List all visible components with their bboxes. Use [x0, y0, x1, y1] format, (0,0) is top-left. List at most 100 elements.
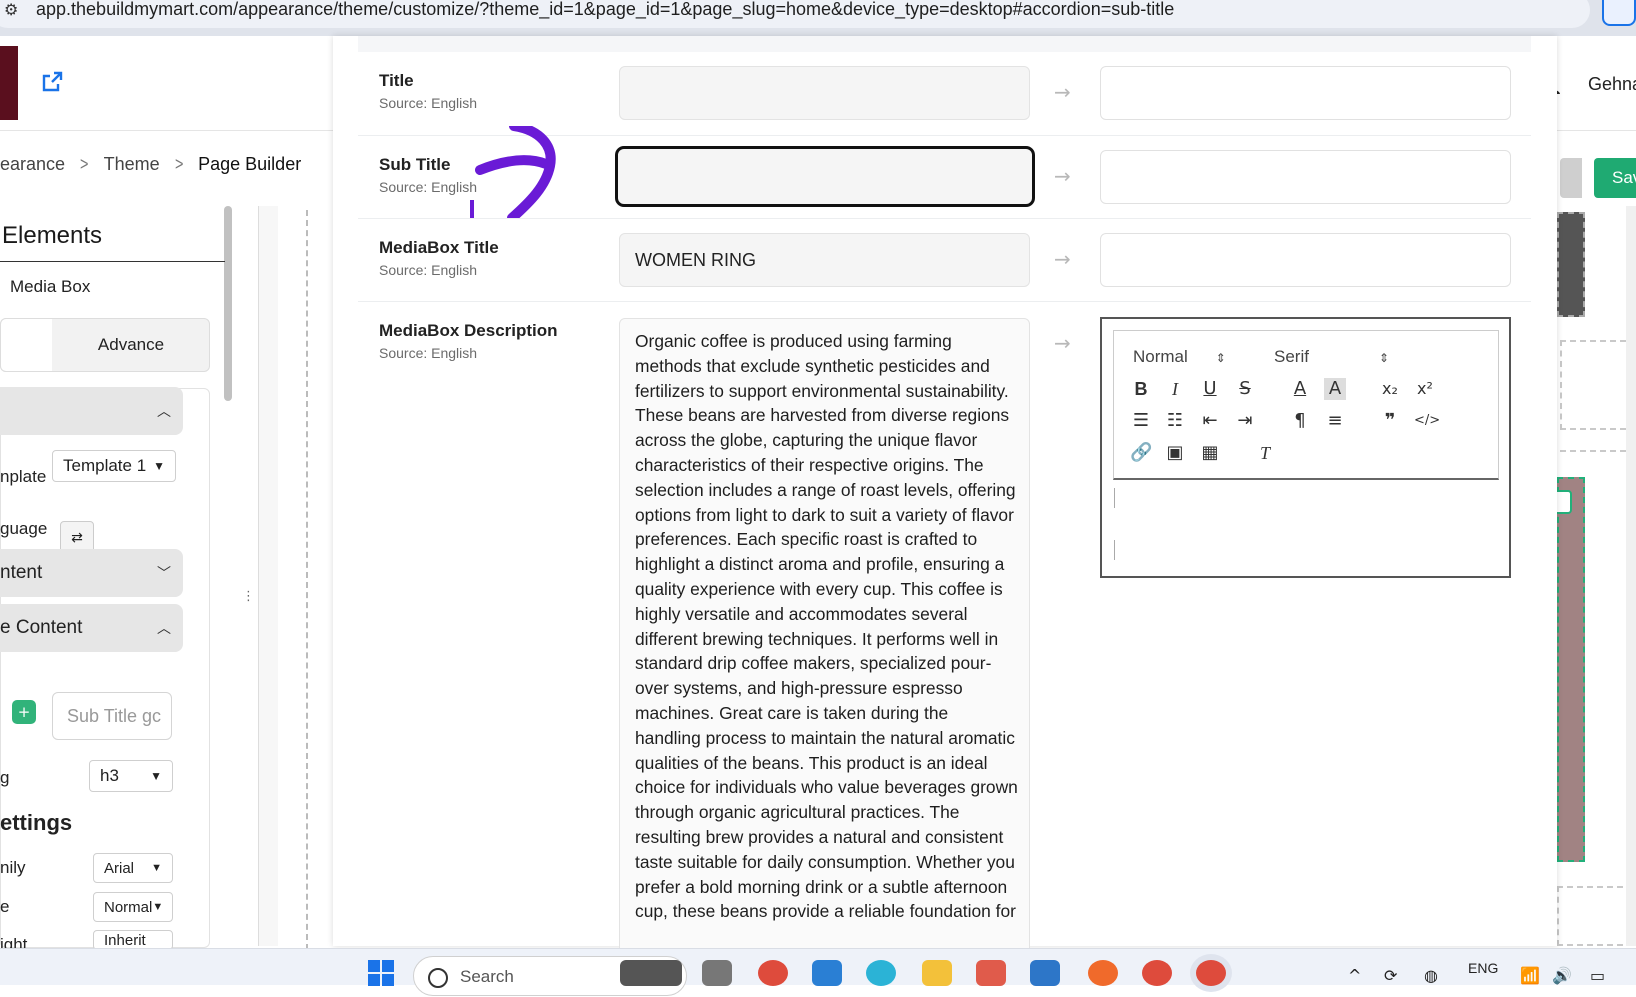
wifi-icon[interactable]: 📶 — [1520, 966, 1540, 985]
task-view-icon[interactable] — [702, 960, 732, 986]
chrome-icon[interactable] — [758, 960, 788, 986]
user-name[interactable]: Gehna — [1588, 74, 1636, 95]
field-label: MediaBox Title — [379, 238, 499, 257]
video-icon[interactable]: ▦ — [1199, 442, 1221, 464]
subtitle-input[interactable]: Sub Title gc — [52, 692, 172, 740]
background-color-icon[interactable]: A — [1324, 378, 1346, 400]
arrow-right-icon: → — [1054, 80, 1071, 104]
app-icon[interactable] — [1088, 960, 1118, 986]
subtitle-translation-input[interactable] — [1100, 150, 1511, 204]
field-label: Sub Title — [379, 155, 451, 174]
canvas-section[interactable] — [1560, 340, 1636, 430]
settings-heading: ettings — [0, 810, 73, 835]
font-select[interactable]: Serif ⇕ — [1274, 347, 1389, 367]
row-divider — [358, 301, 1531, 302]
font-style-select[interactable]: Normal ▼ — [93, 892, 173, 922]
text-direction-icon[interactable]: ¶ — [1289, 410, 1311, 432]
search-highlight-image[interactable] — [620, 960, 682, 986]
chevron-up-icon: ︿ — [157, 403, 171, 419]
external-link-icon[interactable] — [40, 70, 64, 100]
bold-icon[interactable]: B — [1130, 378, 1152, 400]
clear-format-icon[interactable]: T — [1254, 442, 1276, 464]
link-icon[interactable]: 🔗 — [1130, 442, 1152, 464]
canvas-guide — [306, 210, 308, 950]
tab-advance[interactable]: Advance — [52, 318, 210, 372]
tab-general[interactable] — [0, 318, 52, 372]
breadcrumb-page-builder: Page Builder — [198, 154, 302, 174]
subtitle-source-input[interactable] — [615, 146, 1035, 207]
file-explorer-icon[interactable] — [922, 960, 952, 986]
superscript-icon[interactable]: x² — [1414, 378, 1436, 400]
canvas-guide — [1560, 450, 1636, 452]
battery-icon[interactable]: ▭ — [1590, 966, 1605, 985]
code-block-icon[interactable]: </> — [1414, 410, 1440, 432]
accordion-title-content[interactable]: e Content ︿ — [0, 604, 183, 652]
chevron-down-icon: ▼ — [151, 862, 162, 874]
subscript-icon[interactable]: x₂ — [1379, 378, 1401, 400]
panel-scrollbar[interactable] — [224, 206, 232, 401]
format-select[interactable]: Normal ⇕ — [1133, 347, 1226, 367]
font-family-label: nily — [0, 858, 26, 877]
image-icon[interactable]: ▣ — [1164, 442, 1186, 464]
title-translation-input[interactable] — [1100, 66, 1511, 120]
chrome-icon[interactable] — [1142, 960, 1172, 986]
breadcrumb-theme[interactable]: Theme — [104, 154, 160, 174]
arrow-right-icon: → — [1054, 164, 1071, 188]
underline-icon[interactable]: U — [1199, 378, 1221, 400]
canvas-scrollbar[interactable] — [1626, 206, 1636, 946]
mediabox-title-source-input[interactable]: WOMEN RING — [619, 233, 1030, 287]
tag-select[interactable]: h3 ▼ — [89, 760, 173, 792]
sync-icon[interactable]: ⟳ — [1384, 966, 1397, 985]
notepad-icon[interactable] — [1030, 960, 1060, 986]
accordion-content[interactable]: ntent ﹀ — [0, 549, 183, 597]
search-icon — [428, 968, 448, 988]
blockquote-icon[interactable]: ❞ — [1379, 410, 1401, 432]
mediabox-title-translation-input[interactable] — [1100, 233, 1511, 287]
title-source-input[interactable] — [619, 66, 1030, 120]
bullet-list-icon[interactable]: ☷ — [1164, 410, 1186, 432]
vscode-icon[interactable] — [812, 960, 842, 986]
divider — [0, 261, 225, 262]
accordion-content-label: ntent — [0, 562, 43, 583]
font-family-select[interactable]: Arial ▼ — [93, 853, 173, 883]
align-icon[interactable]: ≡ — [1324, 410, 1346, 432]
font-style-value: Normal — [104, 898, 153, 916]
canvas-section[interactable] — [1557, 212, 1585, 317]
windows-start-icon[interactable] — [368, 960, 395, 987]
store-logo[interactable] — [0, 46, 18, 120]
font-weight-select[interactable]: Inherit — [93, 930, 173, 950]
field-source: Source: English — [379, 345, 478, 361]
accordion-general[interactable]: ︿ — [0, 387, 183, 435]
text-color-icon[interactable]: A — [1289, 378, 1311, 400]
outdent-icon[interactable]: ⇤ — [1199, 410, 1221, 432]
language-indicator[interactable]: ENG — [1468, 960, 1498, 976]
description-text: Organic coffee is produced using farming… — [635, 331, 1018, 922]
site-settings-icon[interactable]: ⚙ — [4, 0, 24, 22]
font-weight-value: Inherit — [104, 931, 146, 949]
canvas-section[interactable] — [1557, 886, 1633, 946]
font-select-value: Serif — [1274, 347, 1309, 366]
chevron-down-icon: ▼ — [153, 459, 165, 473]
breadcrumb-appearance[interactable]: earance — [0, 154, 65, 174]
preview-button[interactable] — [1560, 158, 1582, 198]
save-button[interactable]: Sav — [1594, 158, 1636, 198]
breadcrumb: earance > Theme > Page Builder — [0, 154, 302, 174]
indent-icon[interactable]: ⇥ — [1234, 410, 1256, 432]
strike-icon[interactable]: S — [1234, 378, 1256, 400]
ordered-list-icon[interactable]: ☰ — [1130, 410, 1152, 432]
template-value: Template 1 — [63, 456, 147, 475]
chrome-active-icon[interactable] — [1196, 960, 1226, 986]
italic-icon[interactable]: I — [1164, 378, 1186, 400]
profile-icon[interactable] — [1602, 0, 1636, 26]
chevron-up-icon[interactable]: ^ — [1348, 966, 1361, 985]
volume-icon[interactable]: 🔊 — [1552, 966, 1572, 985]
network-status-icon[interactable]: ◍ — [1424, 966, 1438, 985]
field-source: Source: English — [379, 95, 478, 111]
url-text[interactable]: app.thebuildmymart.com/appearance/theme/… — [36, 0, 1174, 20]
template-select[interactable]: Template 1 ▼ — [52, 450, 176, 482]
annotation-arrow — [470, 126, 556, 218]
edge-icon[interactable] — [866, 960, 896, 986]
ai-sparkle-icon[interactable]: + — [12, 700, 36, 724]
canvas-media-box[interactable] — [1557, 477, 1585, 862]
snipping-tool-icon[interactable] — [976, 960, 1006, 986]
